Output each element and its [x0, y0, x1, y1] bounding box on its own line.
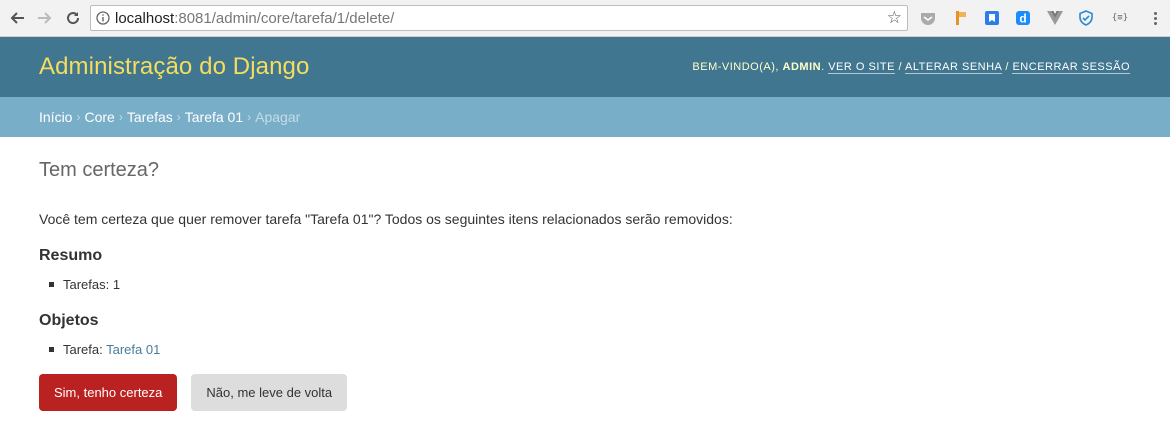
address-bar[interactable]: localhost:8081/admin/core/tarefa/1/delet… — [90, 5, 908, 31]
separator: / — [1001, 61, 1013, 73]
site-branding[interactable]: Administração do Django — [39, 53, 309, 81]
breadcrumb-separator: › — [176, 110, 181, 124]
svg-text:d: d — [1019, 12, 1026, 26]
summary-heading: Resumo — [39, 247, 103, 264]
bookmark-icon[interactable] — [983, 9, 1001, 27]
back-arrow-icon[interactable] — [6, 7, 28, 29]
summary-list: Tarefas: 1 — [39, 277, 1139, 292]
user-tools: Bem-vindo(a), admin. Ver o site / Altera… — [692, 61, 1130, 74]
object-link[interactable]: Tarefa 01 — [106, 342, 160, 357]
admin-header: Administração do Django Bem-vindo(a), ad… — [0, 37, 1170, 97]
separator: / — [894, 61, 906, 73]
shield-icon[interactable] — [1077, 9, 1095, 27]
forward-arrow-icon[interactable] — [34, 7, 56, 29]
d-app-icon[interactable]: d — [1014, 9, 1032, 27]
objects-heading: Objetos — [39, 312, 99, 329]
json-viewer-icon[interactable]: {≡} — [1109, 9, 1131, 27]
url-host: localhost — [115, 9, 175, 27]
url-text: localhost:8081/admin/core/tarefa/1/delet… — [115, 10, 394, 27]
page-title: Tem certeza? — [39, 159, 160, 181]
logout-link[interactable]: Encerrar sessão — [1012, 61, 1130, 74]
breadcrumb-current: Apagar — [255, 109, 301, 125]
breadcrumb-separator: › — [118, 110, 123, 124]
list-item: Tarefa: Tarefa 01 — [49, 342, 1139, 357]
vue-devtools-icon[interactable] — [1046, 9, 1064, 27]
welcome-text: Bem-vindo(a), — [692, 61, 783, 73]
browser-toolbar: localhost:8081/admin/core/tarefa/1/delet… — [0, 0, 1170, 37]
breadcrumb: Início › Core › Tarefas › Tarefa 01 › Ap… — [0, 97, 1170, 137]
info-icon[interactable] — [91, 11, 115, 25]
breadcrumb-separator: › — [247, 110, 252, 124]
objects-list: Tarefa: Tarefa 01 — [39, 342, 1139, 357]
change-password-link[interactable]: Alterar senha — [905, 61, 1002, 74]
list-item: Tarefas: 1 — [49, 277, 1139, 292]
breadcrumb-home[interactable]: Início — [39, 109, 72, 125]
breadcrumb-model[interactable]: Tarefas — [127, 109, 173, 125]
pocket-icon[interactable] — [919, 9, 937, 27]
confirm-delete-button[interactable]: Sim, tenho certeza — [39, 374, 178, 411]
object-type-label: Tarefa: — [63, 342, 107, 357]
bookmark-flag-icon[interactable] — [952, 9, 970, 27]
view-site-link[interactable]: Ver o site — [828, 61, 895, 74]
delete-confirmation-message: Você tem certeza que quer remover tarefa… — [39, 211, 733, 227]
breadcrumb-separator: › — [76, 110, 81, 124]
username: admin — [782, 61, 822, 73]
menu-dots-icon[interactable] — [1146, 9, 1164, 27]
cancel-button[interactable]: Não, me leve de volta — [191, 374, 348, 411]
main-content: Tem certeza? Você tem certeza que quer r… — [39, 137, 1139, 411]
bookmark-star-icon[interactable]: ☆ — [887, 9, 902, 27]
breadcrumb-object[interactable]: Tarefa 01 — [185, 109, 243, 125]
form-actions: Sim, tenho certeza Não, me leve de volta — [39, 374, 1139, 411]
reload-icon[interactable] — [62, 7, 84, 29]
url-path: :8081/admin/core/tarefa/1/delete/ — [174, 9, 395, 27]
breadcrumb-app[interactable]: Core — [84, 109, 114, 125]
